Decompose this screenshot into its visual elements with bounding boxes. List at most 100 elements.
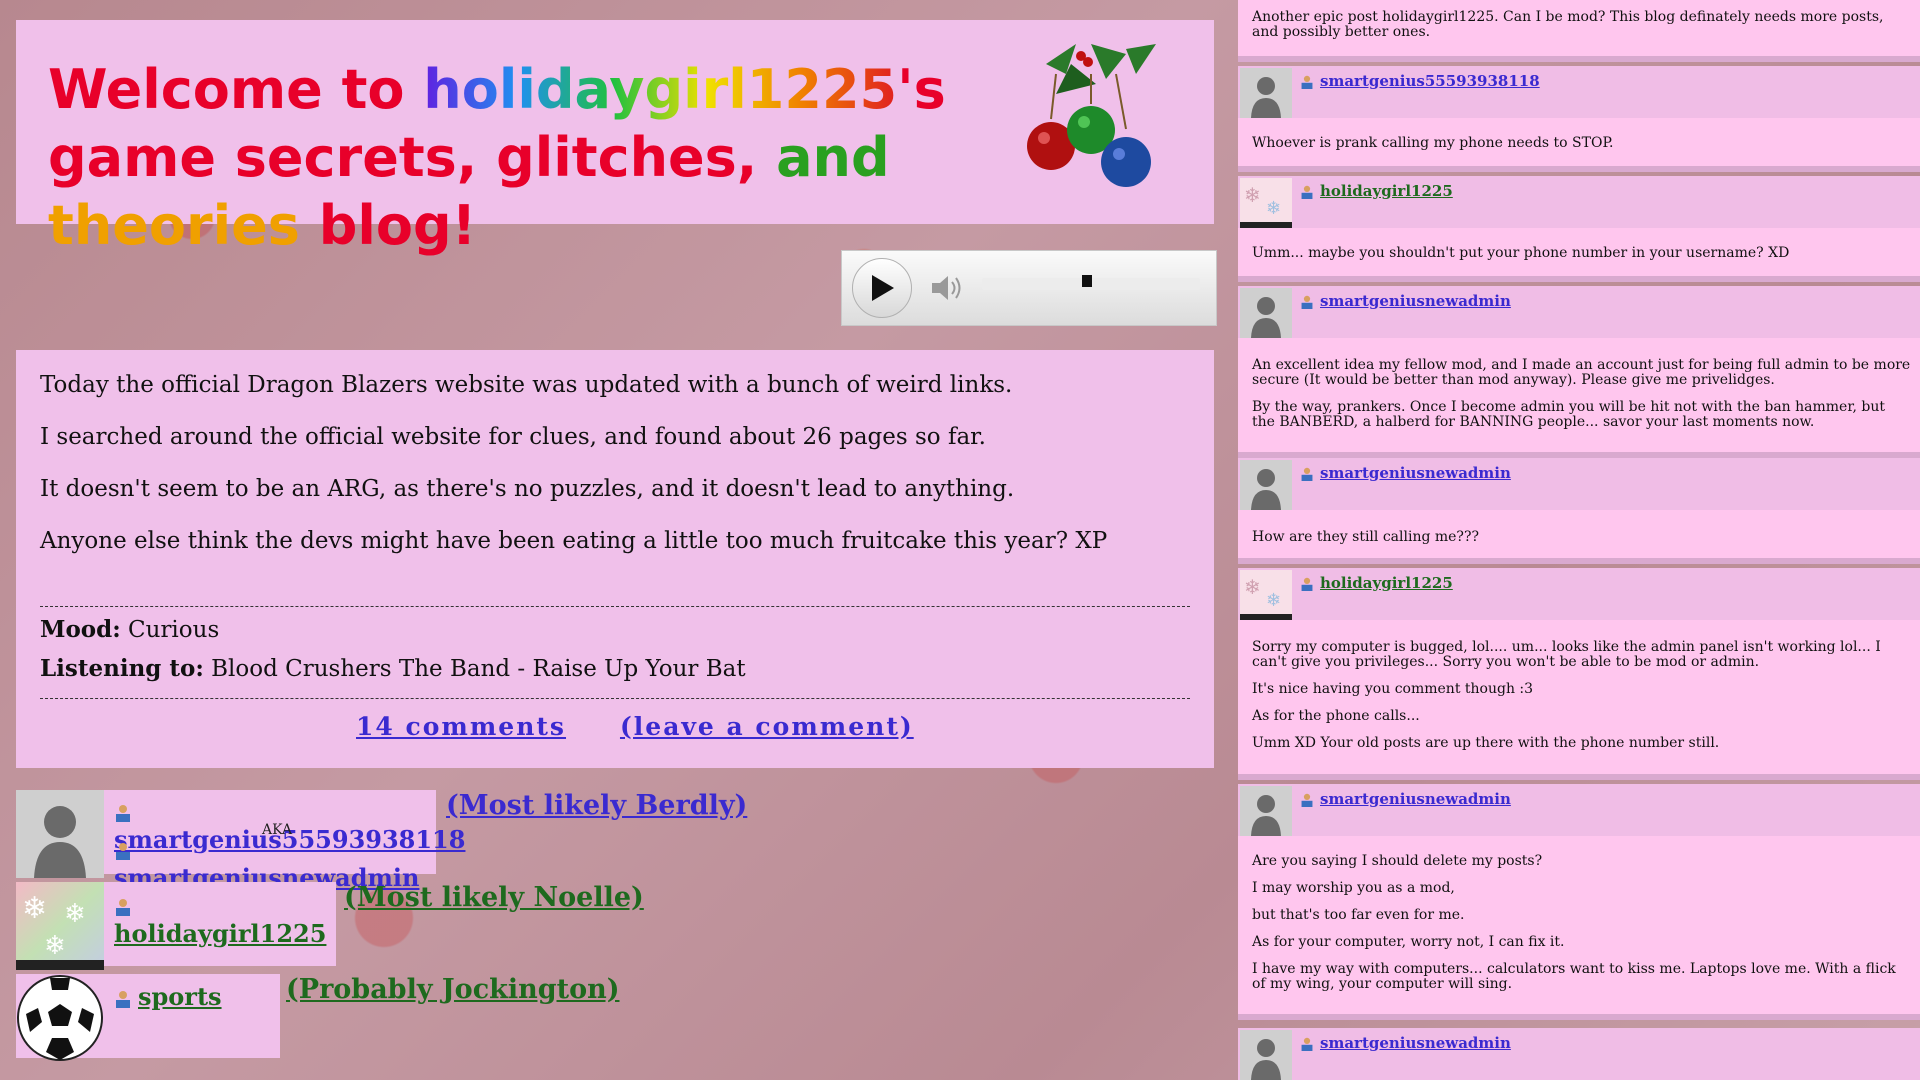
comment-line: I may worship you as a mod, — [1252, 880, 1455, 896]
comment-line: Umm XD Your old posts are up there with … — [1252, 735, 1720, 751]
comment-line: Umm... maybe you shouldn't put your phon… — [1252, 245, 1790, 261]
blog-header: Welcome to holidaygirl1225's game secret… — [16, 20, 1214, 257]
play-button[interactable] — [852, 258, 912, 318]
comment: smartgeniusnewadmin Are you saying I sho… — [1238, 784, 1920, 1020]
divider — [40, 698, 1190, 699]
leave-comment-link[interactable]: (leave a comment) — [620, 712, 914, 741]
christmas-ornaments-icon — [1027, 44, 1156, 187]
svg-text:❄: ❄ — [1266, 198, 1281, 219]
comment-line: As for your computer, worry not, I can f… — [1252, 934, 1565, 950]
snowflake-avatar-icon: ❄❄ — [1240, 178, 1292, 228]
blog-post: Today the official Dragon Blazers websit… — [16, 350, 1214, 768]
comment-author-link[interactable]: holidaygirl1225 — [1300, 182, 1453, 200]
post-paragraph: Today the official Dragon Blazers websit… — [40, 372, 1013, 398]
svg-text:❄: ❄ — [1244, 575, 1261, 599]
comment-author-link[interactable]: holidaygirl1225 — [1300, 574, 1453, 592]
comment: smartgenius55593938118 Whoever is prank … — [1238, 66, 1920, 172]
svg-text:❄: ❄ — [1244, 183, 1261, 207]
comment-body: How are they still calling me??? — [1252, 530, 1479, 557]
guess-noelle-link[interactable]: (Most likely Noelle) — [344, 882, 644, 913]
user-card-holidaygirl: ❄ ❄ ❄ holidaygirl1225 — [16, 882, 336, 970]
comment-line: Whoever is prank calling my phone needs … — [1252, 135, 1614, 151]
user-icon — [1301, 793, 1313, 807]
svg-text:❄: ❄ — [22, 891, 47, 926]
comment-line: Sorry my computer is bugged, lol.... um.… — [1252, 639, 1881, 670]
audio-player — [841, 250, 1217, 326]
user-icon — [1301, 577, 1313, 591]
user-link-sports[interactable]: sports — [114, 982, 222, 1011]
title-part: blog! — [318, 194, 477, 257]
comment: Another epic post holidaygirl1225. Can I… — [1238, 0, 1920, 62]
comment-body: An excellent idea my fellow mod, and I m… — [1252, 358, 1912, 442]
comment-body: Whoever is prank calling my phone needs … — [1252, 136, 1614, 163]
volume-icon[interactable] — [930, 273, 966, 303]
default-avatar-icon — [1240, 68, 1292, 118]
default-avatar-icon — [1240, 1030, 1292, 1080]
comment-author-link[interactable]: smartgeniusnewadmin — [1300, 292, 1511, 310]
comment: ❄ ❄ holidaygirl1225 Umm... maybe you shou… — [1238, 176, 1920, 282]
post-links: 14 comments (leave a comment) — [356, 712, 958, 741]
svg-text:❄: ❄ — [44, 931, 66, 961]
title-username: holidaygirl1225 — [423, 58, 898, 121]
default-avatar-icon — [1240, 288, 1292, 338]
title-part: Welcome to — [48, 58, 424, 121]
user-icon — [1301, 295, 1313, 309]
mood-line: Mood: Curious — [40, 616, 219, 643]
play-icon — [872, 275, 894, 301]
title-part: theories — [48, 194, 319, 257]
comment-text: Another epic post holidaygirl1225. Can I… — [1252, 9, 1884, 40]
comment: smartgeniusnewadmin — [1238, 1028, 1920, 1080]
comment: smartgeniusnewadmin An excellent idea my… — [1238, 286, 1920, 458]
comment-line: How are they still calling me??? — [1252, 529, 1479, 545]
comment-author-link[interactable]: smartgeniusnewadmin — [1300, 464, 1511, 482]
comment-body: Sorry my computer is bugged, lol.... um.… — [1252, 640, 1912, 763]
comment: ❄ ❄ holidaygirl1225 Sorry my computer is … — [1238, 568, 1920, 780]
comment-author-link[interactable]: smartgeniusnewadmin — [1300, 1034, 1511, 1052]
snowflake-avatar-icon: ❄❄ — [1240, 570, 1292, 620]
user-icon — [116, 842, 130, 860]
listening-line: Listening to: Blood Crushers The Band - … — [40, 655, 746, 682]
title-part: and — [776, 126, 890, 189]
comment: smartgeniusnewadmin How are they still c… — [1238, 458, 1920, 564]
comment-line: but that's too far even for me. — [1252, 907, 1465, 923]
user-icon — [1301, 75, 1313, 89]
divider — [40, 606, 1190, 607]
user-icon — [1301, 185, 1313, 199]
listening-label: Listening to: — [40, 655, 204, 682]
mood-label: Mood: — [40, 616, 121, 643]
post-paragraph: I searched around the official website f… — [40, 424, 986, 450]
comment-author-link[interactable]: smartgeniusnewadmin — [1300, 790, 1511, 808]
post-paragraph: It doesn't seem to be an ARG, as there's… — [40, 476, 1015, 502]
user-icon — [1301, 1037, 1313, 1051]
soccer-ball-icon — [17, 975, 103, 1061]
guess-jockington-link[interactable]: (Probably Jockington) — [286, 974, 620, 1005]
comment-line: I have my way with computers... calculat… — [1252, 961, 1896, 992]
comment-author-link[interactable]: smartgenius55593938118 — [1300, 72, 1540, 90]
comments-column: Another epic post holidaygirl1225. Can I… — [1238, 0, 1920, 1080]
user-card-smartgenius: smartgenius55593938118 AKA smartgeniusne… — [16, 790, 465, 892]
comments-count-link[interactable]: 14 comments — [356, 712, 566, 741]
mood-value: Curious — [128, 617, 220, 643]
user-icon — [1301, 467, 1313, 481]
comment-body: Are you saying I should delete my posts?… — [1252, 854, 1912, 1004]
svg-text:❄: ❄ — [1266, 590, 1281, 611]
svg-text:❄: ❄ — [64, 899, 86, 929]
comment-line: An excellent idea my fellow mod, and I m… — [1252, 357, 1911, 388]
user-icon — [116, 990, 130, 1008]
default-avatar-icon — [1240, 460, 1292, 510]
user-card-sports: sports — [16, 974, 280, 1061]
guess-berdly-link[interactable]: (Most likely Berdly) — [446, 790, 747, 821]
comment-line: Are you saying I should delete my posts? — [1252, 853, 1543, 869]
comment-line: By the way, prankers. Once I become admi… — [1252, 399, 1886, 430]
user-icon — [116, 898, 130, 916]
comment-line: As for the phone calls... — [1252, 708, 1420, 724]
user-icon — [116, 804, 130, 822]
comment-line: It's nice having you comment though :3 — [1252, 681, 1534, 697]
default-avatar-icon — [16, 790, 104, 878]
post-paragraph: Anyone else think the devs might have be… — [40, 528, 1108, 554]
user-link-holidaygirl[interactable]: holidaygirl1225 — [114, 890, 336, 948]
blog-title: Welcome to holidaygirl1225's game secret… — [48, 56, 988, 260]
default-avatar-icon — [1240, 786, 1292, 836]
listening-value: Blood Crushers The Band - Raise Up Your … — [211, 656, 746, 682]
seek-handle[interactable] — [1081, 275, 1092, 287]
